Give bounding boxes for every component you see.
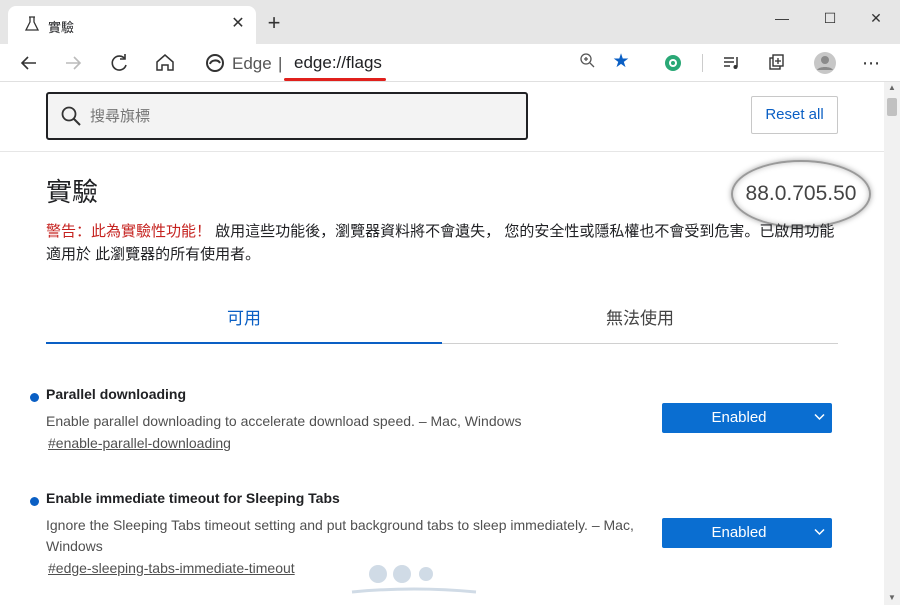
search-box[interactable]	[46, 92, 528, 140]
flag-item: Parallel downloading Enable parallel dow…	[30, 386, 840, 466]
flag-description: Enable parallel downloading to accelerat…	[46, 413, 522, 429]
active-tab-indicator	[46, 342, 442, 344]
maximize-button[interactable]: ☐	[818, 6, 842, 30]
flags-page: Reset all 實驗 88.0.705.50 警告：此為實驗性功能！ 啟用這…	[0, 82, 884, 605]
minimize-button[interactable]: —	[770, 6, 794, 30]
url-highlight-underline	[284, 78, 386, 81]
tab-title: 實驗	[48, 20, 75, 35]
chevron-down-icon	[812, 518, 826, 548]
forward-arrow-icon[interactable]	[60, 50, 86, 76]
warning-label: 警告：此為實驗性功能！	[46, 223, 212, 240]
home-icon[interactable]	[152, 50, 178, 76]
browser-toolbar: Edge | edge://flags ★ ⋯	[0, 44, 900, 82]
zoom-icon[interactable]	[576, 52, 598, 74]
new-tab-button[interactable]: +	[262, 12, 286, 36]
media-control-icon[interactable]	[718, 50, 744, 76]
search-input[interactable]	[90, 104, 510, 128]
warning-message: 警告：此為實驗性功能！ 啟用這些功能後，瀏覽器資料將不會遺失， 您的安全性或隱私…	[46, 220, 836, 266]
flag-state-value: Enabled	[711, 409, 767, 426]
flag-bullet	[30, 497, 39, 506]
tab-available[interactable]: 可用	[46, 304, 442, 329]
version-number: 88.0.705.50	[731, 160, 871, 228]
profile-icon[interactable]	[812, 50, 838, 76]
reset-all-button[interactable]: Reset all	[751, 96, 838, 134]
flag-state-select[interactable]: Enabled	[662, 518, 832, 548]
page-title: 實驗	[46, 177, 99, 207]
flag-bullet	[30, 393, 39, 402]
search-band: Reset all	[0, 82, 884, 152]
edge-brand-label: Edge	[232, 54, 272, 73]
chevron-down-icon	[812, 403, 826, 433]
star-icon[interactable]: ★	[610, 51, 632, 73]
collections-icon[interactable]	[764, 50, 790, 76]
refresh-icon[interactable]	[106, 50, 132, 76]
scroll-down-icon[interactable]: ▼	[887, 594, 897, 602]
extension-icon[interactable]	[660, 50, 686, 76]
page-scrollbar[interactable]: ▲ ▼	[884, 82, 900, 605]
url-separator: |	[278, 54, 283, 73]
title-bar: 實驗 ✕ + — ☐ ✕	[0, 0, 900, 44]
back-arrow-icon[interactable]	[16, 50, 42, 76]
scroll-up-icon[interactable]: ▲	[887, 84, 897, 92]
close-tab-icon[interactable]: ✕	[228, 14, 248, 34]
flag-anchor-link[interactable]: #edge-sleeping-tabs-immediate-timeout	[48, 560, 295, 576]
edge-logo-icon	[206, 54, 224, 72]
more-icon[interactable]: ⋯	[858, 50, 884, 76]
flask-icon	[24, 16, 40, 31]
flag-description: Ignore the Sleeping Tabs timeout setting…	[46, 517, 634, 554]
scrollbar-thumb[interactable]	[887, 98, 897, 116]
tab-unavailable[interactable]: 無法使用	[442, 304, 838, 329]
flag-state-select[interactable]: Enabled	[662, 403, 832, 433]
flags-tabs: 可用 無法使用	[46, 294, 838, 344]
search-icon	[61, 106, 81, 126]
flag-name: Parallel downloading	[46, 386, 187, 402]
close-window-button[interactable]: ✕	[864, 6, 888, 30]
url-text[interactable]: edge://flags	[294, 53, 382, 73]
flag-name: Enable immediate timeout for Sleeping Ta…	[46, 490, 340, 506]
toolbar-divider	[702, 54, 703, 72]
flag-anchor-link[interactable]: #enable-parallel-downloading	[48, 435, 231, 451]
site-watermark-logo	[351, 565, 477, 594]
flag-state-value: Enabled	[711, 524, 767, 541]
browser-tab[interactable]: 實驗 ✕	[8, 6, 256, 44]
address-bar[interactable]: Edge | edge://flags ★	[196, 47, 644, 81]
